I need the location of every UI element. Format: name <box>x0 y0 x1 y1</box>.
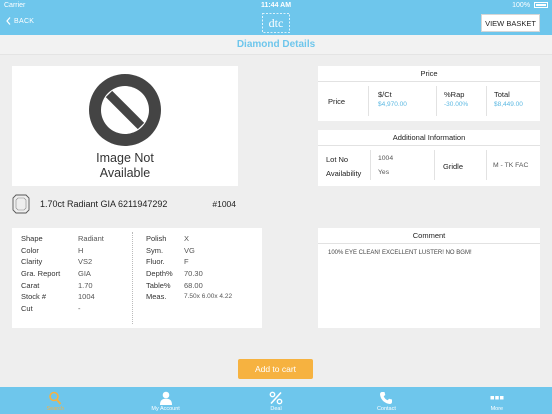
tab-deal[interactable]: Deal <box>221 387 331 414</box>
spec-row: Shape Radiant <box>21 234 104 244</box>
additional-info-panel: Additional Information Lot No Availabili… <box>318 130 540 186</box>
lot-no-label: Lot No <box>326 155 349 164</box>
specs-left-column: Shape Radiant Color H Clarity VS2 Gra. Repo… <box>21 233 104 314</box>
percent-icon <box>269 391 283 405</box>
info-divider <box>370 150 371 180</box>
spec-row: Depth% 70.30 <box>146 269 203 279</box>
tab-deal-label: Deal <box>270 406 282 412</box>
diamond-image-panel: Image Not Available <box>12 66 238 186</box>
add-to-cart-button[interactable]: Add to cart <box>238 359 313 379</box>
price-row: Price $/Ct $4,970.00 %Rap -30.00% Total … <box>318 82 540 120</box>
tab-more-label: More <box>490 406 504 412</box>
price-divider <box>368 86 369 116</box>
stock-reference: #1004 <box>212 199 236 209</box>
spec-row: Clarity VS2 <box>21 257 93 267</box>
spec-row: Fluor. F <box>146 257 189 267</box>
nav-bar: BACK dtc VIEW BASKET <box>0 11 552 35</box>
additional-info-body: Lot No Availability 1004 Yes Gridle M - … <box>318 146 540 186</box>
spec-row: Polish X <box>146 234 190 244</box>
girdle-value: M - TK FAC <box>493 162 529 169</box>
image-not-available-text: Image Not Available <box>12 151 238 181</box>
user-icon <box>159 391 172 405</box>
price-per-carat-value: $4,970.00 <box>378 101 407 108</box>
info-divider <box>434 150 435 180</box>
price-total-value: $8,449.00 <box>494 101 523 108</box>
battery-icon <box>534 2 548 9</box>
price-divider <box>486 86 487 116</box>
back-label: BACK <box>14 17 35 25</box>
phone-icon <box>380 392 393 404</box>
price-rap: %Rap -30.00% <box>444 90 468 108</box>
tab-my-account-label: My Account <box>151 406 180 412</box>
spec-row: Stock #1004 <box>21 292 95 302</box>
price-row-label: Price <box>328 97 346 106</box>
back-button[interactable]: BACK <box>6 17 34 25</box>
specs-divider <box>132 232 133 324</box>
specs-right-column: Polish X Sym. VG Fluor. F Depth% 70.30 Table… <box>146 233 232 303</box>
price-per-carat: $/Ct $4,970.00 <box>378 90 407 108</box>
tab-more[interactable]: More <box>442 387 552 414</box>
view-basket-button[interactable]: VIEW BASKET <box>481 14 540 32</box>
tab-my-account[interactable]: My Account <box>110 387 220 414</box>
availability-value: Yes <box>378 169 390 176</box>
price-per-carat-label: $/Ct <box>378 90 392 99</box>
comment-heading: Comment <box>318 228 540 244</box>
spec-row: Carat 1.70 <box>21 280 93 290</box>
price-panel: Price Price $/Ct $4,970.00 %Rap -30.00% … <box>318 66 540 121</box>
image-not-available-line2: Available <box>99 166 151 180</box>
battery-percent: 100% <box>512 2 531 9</box>
chevron-left-icon <box>6 17 11 25</box>
spec-row: Sym. VG <box>146 245 195 255</box>
svg-text:dtc: dtc <box>269 16 284 30</box>
image-not-available-line1: Image Not <box>96 151 154 165</box>
spec-row: Gra. Report GIA <box>21 269 91 279</box>
brand-logo: dtc <box>262 13 290 33</box>
specs-panel: Shape Radiant Color H Clarity VS2 Gra. Repo… <box>12 228 262 328</box>
page-title: Diamond Details <box>0 35 552 55</box>
status-bar: Carrier 11:44 AM 100% <box>0 0 552 11</box>
availability-label: Availability <box>326 169 362 178</box>
stone-title: 1.70ct Radiant GIA 6211947292 <box>40 199 168 209</box>
search-icon <box>49 391 62 405</box>
price-divider <box>436 86 437 116</box>
comment-text: 100% EYE CLEAN! EXCELLENT LUSTER! NO BGM… <box>328 250 472 256</box>
price-rap-value: -30.00% <box>444 101 469 108</box>
price-total-label: Total <box>494 90 510 99</box>
battery-status: 100% <box>512 2 548 9</box>
tab-bar: Search My Account Deal Contact More <box>0 387 552 414</box>
no-image-icon <box>89 74 161 146</box>
spec-row: Cut - <box>21 303 81 313</box>
info-divider <box>486 150 487 180</box>
tab-search-label: Search <box>46 406 64 412</box>
tab-search[interactable]: Search <box>0 387 110 414</box>
price-rap-label: %Rap <box>444 90 465 99</box>
lot-no-value: 1004 <box>378 155 394 162</box>
stone-title-row: 1.70ct Radiant GIA 6211947292 #1004 <box>12 192 238 216</box>
spec-row: Table% 68.00 <box>146 280 203 290</box>
tab-contact[interactable]: Contact <box>331 387 441 414</box>
price-total: Total $8,449.00 <box>494 90 523 108</box>
spec-row: Color H <box>21 245 84 255</box>
girdle-label: Gridle <box>443 162 464 171</box>
status-time: 11:44 AM <box>260 2 292 9</box>
price-heading: Price <box>318 66 540 82</box>
additional-info-heading: Additional Information <box>318 130 540 146</box>
radiant-shape-icon <box>12 194 30 214</box>
more-icon <box>490 396 504 400</box>
tab-contact-label: Contact <box>376 406 396 412</box>
comment-panel: Comment 100% EYE CLEAN! EXCELLENT LUSTER… <box>318 228 540 328</box>
spec-row: Meas. 7.50x 6.00x 4.22 <box>146 292 233 302</box>
